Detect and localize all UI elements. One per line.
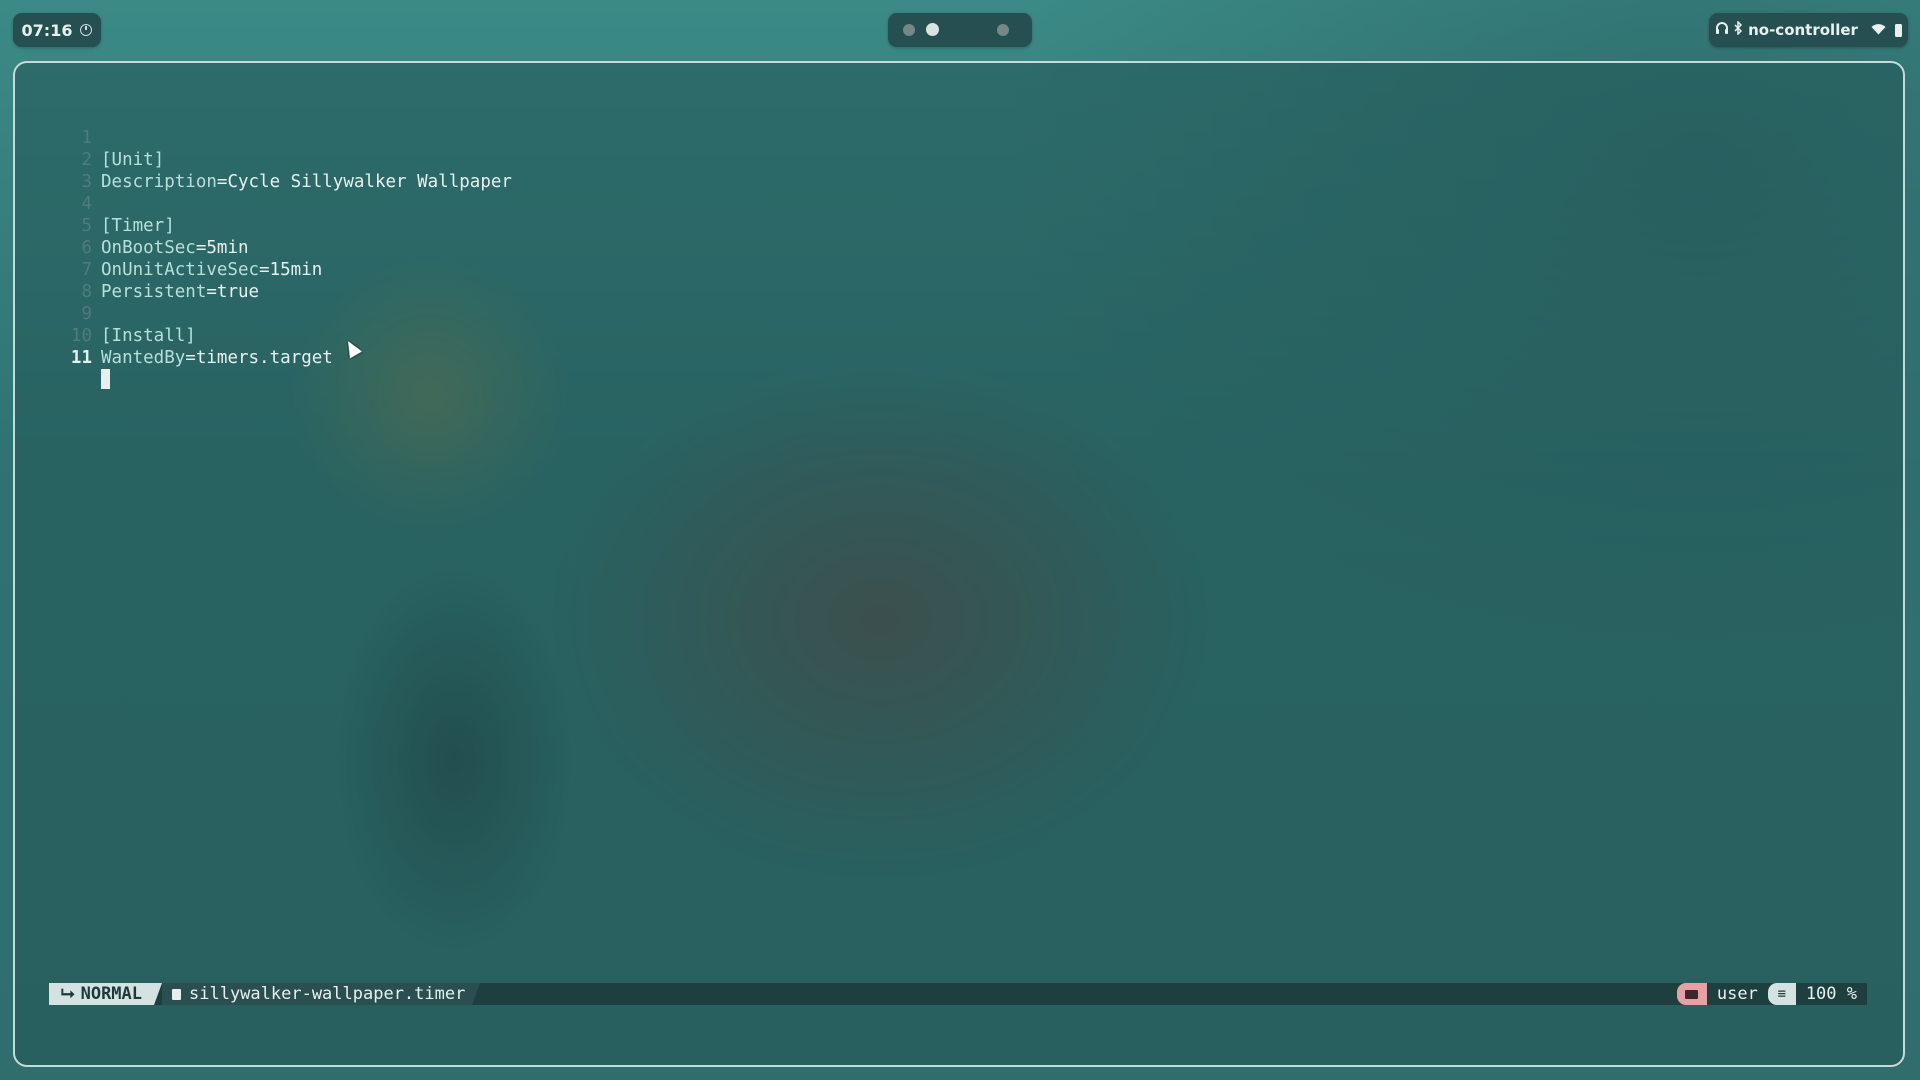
text-cursor: [101, 369, 110, 389]
workspace-dot-2[interactable]: [926, 23, 939, 36]
clock-time: 07:16: [21, 20, 73, 40]
editor-line: 3: [15, 149, 1903, 192]
file-separator: [472, 983, 480, 1005]
user-label: user: [1716, 984, 1758, 1004]
file-name: sillywalker-wallpaper.timer: [189, 984, 466, 1004]
editor-line: 7 Persistent=true: [15, 237, 1903, 302]
clock-widget[interactable]: 07:16: [13, 13, 101, 47]
battery-icon: [1894, 23, 1902, 37]
terminal-window[interactable]: 1 [Unit] 2 Description=Cycle Sillywalker…: [13, 61, 1905, 1067]
editor-line: 5 OnBootSec=5min: [15, 193, 1903, 258]
editor-line-current: 11: [15, 325, 1903, 389]
controller-status: no-controller: [1748, 21, 1858, 39]
lines-icon: ≡: [1767, 983, 1796, 1005]
editor-line: 10 WantedBy=timers.target: [15, 303, 1903, 368]
config-value: timers.target: [195, 348, 333, 368]
editor-line: 4 [Timer]: [15, 171, 1903, 236]
editor-line: 6 OnUnitActiveSec=15min: [15, 215, 1903, 280]
line-number-current: 11: [70, 348, 92, 368]
editor-buffer[interactable]: 1 [Unit] 2 Description=Cycle Sillywalker…: [15, 105, 1903, 389]
file-icon: [172, 988, 181, 1000]
folder-chip: [1676, 983, 1707, 1005]
file-segment: sillywalker-wallpaper.timer: [162, 983, 472, 1005]
vim-icon: ⮡: [60, 984, 75, 1004]
workspace-switcher: [888, 13, 1032, 47]
editor-line: 8: [15, 259, 1903, 302]
wifi-icon: [1871, 21, 1886, 39]
editor-line: 9 [Install]: [15, 281, 1903, 346]
editor-line: 2 Description=Cycle Sillywalker Wallpape…: [15, 127, 1903, 192]
editor-line: 1 [Unit]: [15, 105, 1903, 170]
editor-statusline: ⮡ NORMAL sillywalker-wallpaper.timer use…: [49, 983, 1867, 1005]
bluetooth-icon: [1734, 20, 1743, 39]
workspace-dot-4[interactable]: [997, 24, 1009, 36]
folder-icon: [1685, 989, 1699, 999]
clock-icon: [80, 24, 93, 36]
workspace-dot-1[interactable]: [903, 24, 915, 36]
config-key: WantedBy: [101, 348, 186, 368]
headphones-icon: [1715, 21, 1729, 39]
system-status[interactable]: no-controller: [1709, 13, 1908, 47]
mode-indicator: ⮡ NORMAL: [49, 983, 154, 1005]
statusline-right: user ≡ 100 %: [1676, 983, 1867, 1005]
scroll-progress: 100 %: [1805, 984, 1857, 1004]
mode-label: NORMAL: [80, 984, 143, 1004]
mode-separator: [154, 983, 162, 1005]
